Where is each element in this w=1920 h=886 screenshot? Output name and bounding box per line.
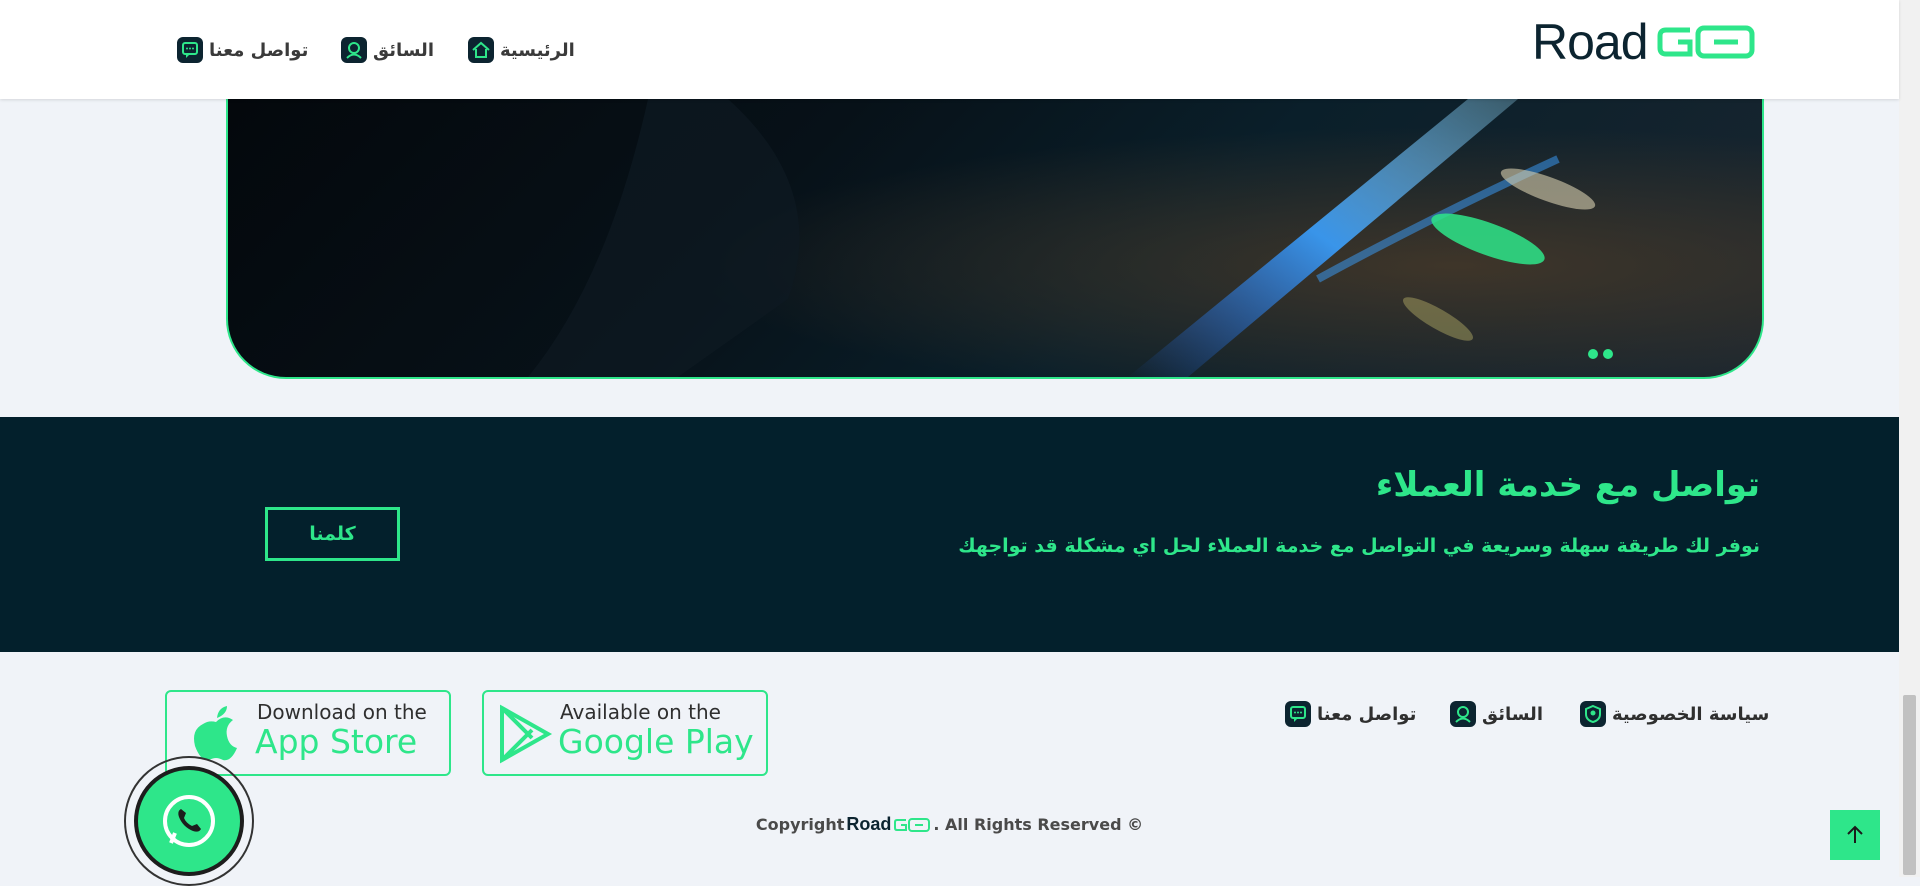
google-play-small-text: Available on the [560,700,721,724]
footer-privacy-label: سياسة الخصوصية [1612,703,1770,725]
app-store-small-text: Download on the [257,700,427,724]
copyright-brand: Road [846,814,892,834]
nav-home-label: الرئيسية [500,39,575,61]
copyright-prefix: Copyright [755,815,845,834]
footer-link-driver[interactable]: السائق [1450,700,1543,728]
nav-contact-label: تواصل معنا [209,39,309,61]
driver-icon [1450,701,1476,727]
copyright-text: Copyright Road . All Rights Reserved © [0,814,1899,835]
site-footer: سياسة الخصوصية السائق تواصل معنا Availab… [0,652,1899,877]
whatsapp-button[interactable] [124,756,254,886]
footer-link-contact[interactable]: تواصل معنا [1285,700,1416,728]
hero-section [0,99,1899,417]
driver-icon [341,37,367,63]
page-scrollbar[interactable] [1899,0,1920,877]
scrollbar-thumb[interactable] [1903,695,1916,875]
footer-contact-label: تواصل معنا [1317,703,1417,725]
arrow-up-icon [1847,825,1863,843]
copyright-suffix: . All Rights Reserved © [933,815,1144,834]
google-play-badge[interactable]: Available on the Google Play [482,690,768,776]
footer-link-privacy[interactable]: سياسة الخصوصية [1580,700,1769,728]
customer-service-section: تواصل مع خدمة العملاء نوفر لك طريقة سهلة… [0,417,1899,652]
app-store-big-text: App Store [255,722,418,761]
site-header: Road الرئيسية السائق تواصل معنا [0,0,1899,99]
cta-title: تواصل مع خدمة العملاء [1375,465,1760,505]
hero-image [226,99,1764,379]
logo-wordmark: Road [1532,14,1649,70]
phone-icon [134,766,244,876]
nav-contact[interactable]: تواصل معنا [177,36,308,64]
shield-icon [1580,701,1606,727]
apple-icon [194,706,237,761]
google-play-icon [500,704,553,764]
logo-go-mark [1656,22,1756,62]
nav-driver[interactable]: السائق [341,36,434,64]
chat-icon [177,37,203,63]
road-go-logo[interactable]: Road [1532,14,1756,70]
nav-home[interactable]: الرئيسية [468,36,575,64]
nav-driver-label: السائق [373,39,434,61]
mini-go-mark [894,817,931,832]
home-icon [468,37,494,63]
back-to-top-button[interactable] [1830,810,1880,860]
contact-us-button[interactable]: كلمنا [265,507,400,561]
chat-icon [1285,701,1311,727]
car-interior-illustration [228,99,1762,377]
cta-subtitle: نوفر لك طريقة سهلة وسريعة في التواصل مع … [958,535,1760,557]
google-play-big-text: Google Play [558,722,754,761]
footer-driver-label: السائق [1482,703,1543,725]
